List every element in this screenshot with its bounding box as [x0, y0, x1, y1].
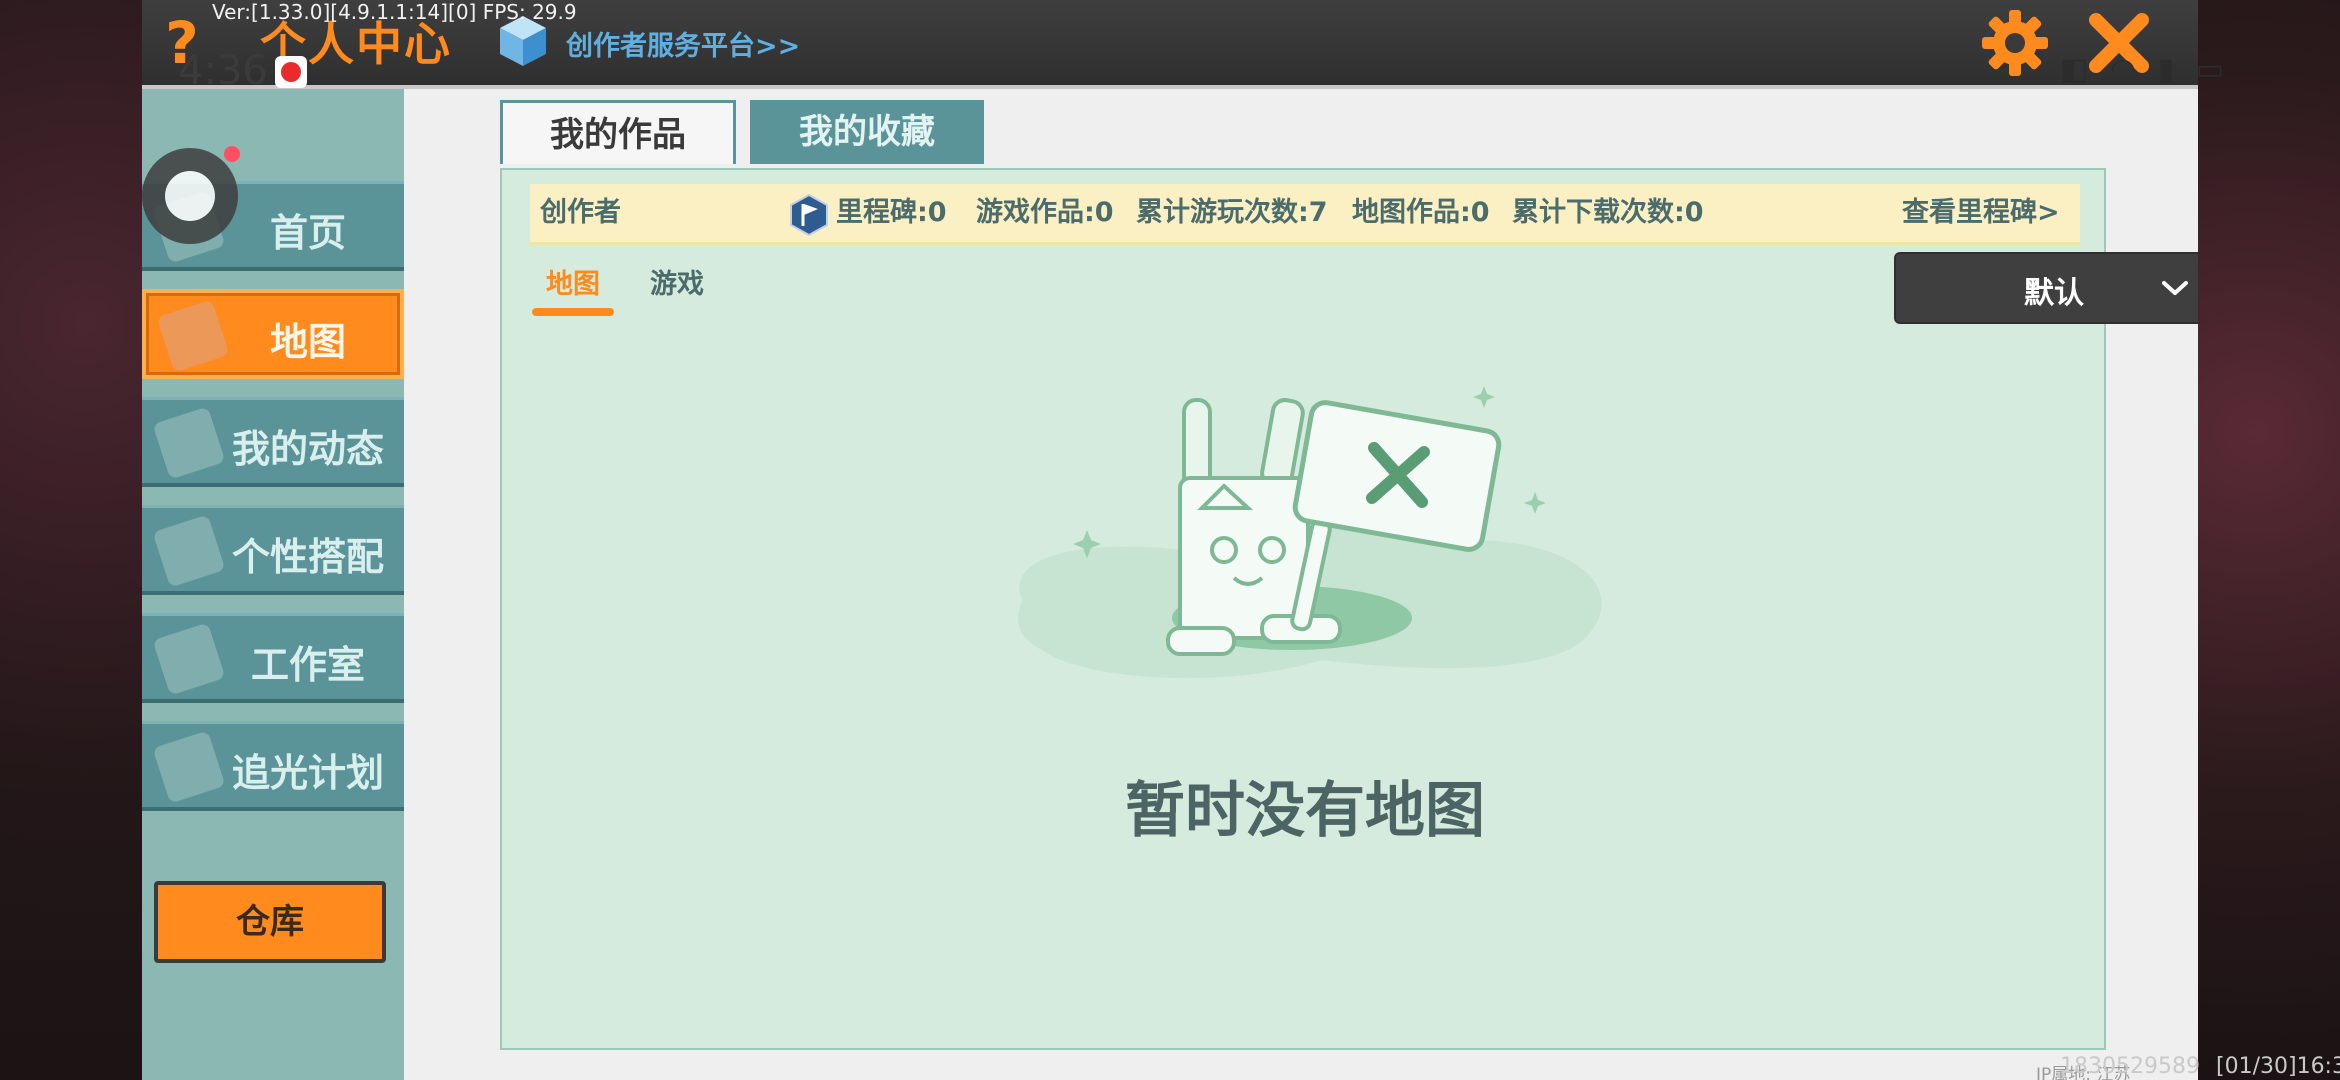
download-count: 累计下载次数:0	[1512, 197, 1704, 228]
sidebar-item-label: 首页	[269, 211, 346, 255]
map-works-count: 地图作品:0	[1352, 197, 1490, 228]
sidebar-item-label: 追光计划	[231, 751, 384, 795]
tab-my-favorites[interactable]: 我的收藏	[750, 100, 984, 164]
sidebar-item-label: 我的动态	[231, 427, 384, 471]
screen-record-icon	[275, 56, 307, 88]
datetime-stamp: [01/30]16:36	[2216, 1054, 2340, 1079]
view-milestone-link[interactable]: 查看里程碑>	[1902, 184, 2060, 242]
sort-dropdown[interactable]: 默认	[1894, 252, 2198, 324]
studio-icon	[152, 622, 226, 696]
milestone-count: 里程碑:0	[836, 197, 947, 228]
sidebar-item-label: 个性搭配	[231, 535, 384, 579]
warehouse-button[interactable]: 仓库	[154, 881, 386, 963]
map-icon	[156, 299, 230, 373]
creator-stats-bar: 创作者 里程碑:0 游戏作品:0 累计游玩次数:7 地图作品:0 累计下载次数:…	[530, 184, 2080, 245]
subtab-map[interactable]: 地图	[546, 262, 600, 301]
game-background-left	[0, 0, 142, 1080]
sidebar-item-activity[interactable]: 我的动态	[142, 397, 404, 487]
signal-icon: ▮	[2157, 52, 2181, 87]
subtab-game[interactable]: 游戏	[650, 262, 704, 301]
tab-my-works[interactable]: 我的作品	[500, 100, 736, 164]
sidebar-item-outfit[interactable]: 个性搭配	[142, 505, 404, 595]
sidebar-item-map[interactable]: 地图	[142, 289, 404, 379]
status-icons: ◧ ◠ ▮ ▭	[2060, 52, 2230, 87]
avatar-icon	[152, 514, 226, 588]
sidebar-item-studio[interactable]: 工作室	[142, 613, 404, 703]
floating-assistant-ball[interactable]	[142, 148, 238, 244]
light-plan-icon	[152, 730, 226, 804]
wifi-icon: ◠	[2109, 52, 2143, 87]
gear-icon[interactable]	[1980, 8, 2050, 78]
sort-selected-value: 默认	[2024, 276, 2084, 311]
user-id: 1830529589	[2060, 1054, 2200, 1079]
works-panel: 创作者 里程碑:0 游戏作品:0 累计游玩次数:7 地图作品:0 累计下载次数:…	[500, 168, 2198, 1050]
debug-version-text: Ver:[1.33.0][4.9.1.1:14][0] FPS: 29.9	[212, 0, 577, 24]
battery-icon: ▭	[2195, 52, 2231, 87]
empty-state-illustration	[1018, 386, 1602, 679]
empty-state-text: 暂时没有地图	[1125, 776, 1485, 846]
play-count: 累计游玩次数:7	[1136, 197, 1328, 228]
personal-center-window: ? 个人中心 创作者服务平台>> 首页 地图 我的动态 个性搭配 工作室 追光计…	[142, 0, 2198, 1080]
bell-icon	[152, 406, 226, 480]
game-background-right	[2198, 0, 2340, 1080]
game-works-count: 游戏作品:0	[976, 197, 1114, 228]
subtab-active-indicator	[532, 308, 614, 316]
nfc-icon: ◧	[2060, 52, 2095, 87]
notification-dot	[224, 146, 240, 162]
creator-platform-link[interactable]: 创作者服务平台>>	[566, 24, 800, 63]
sidebar-item-light-plan[interactable]: 追光计划	[142, 721, 404, 811]
creator-label: 创作者	[540, 197, 621, 228]
milestone-flag-icon	[790, 194, 828, 236]
status-clock: 4:36	[178, 48, 268, 94]
sidebar-item-label: 地图	[269, 320, 346, 364]
chevron-down-icon	[2162, 281, 2188, 295]
sidebar-item-label: 工作室	[250, 643, 365, 687]
